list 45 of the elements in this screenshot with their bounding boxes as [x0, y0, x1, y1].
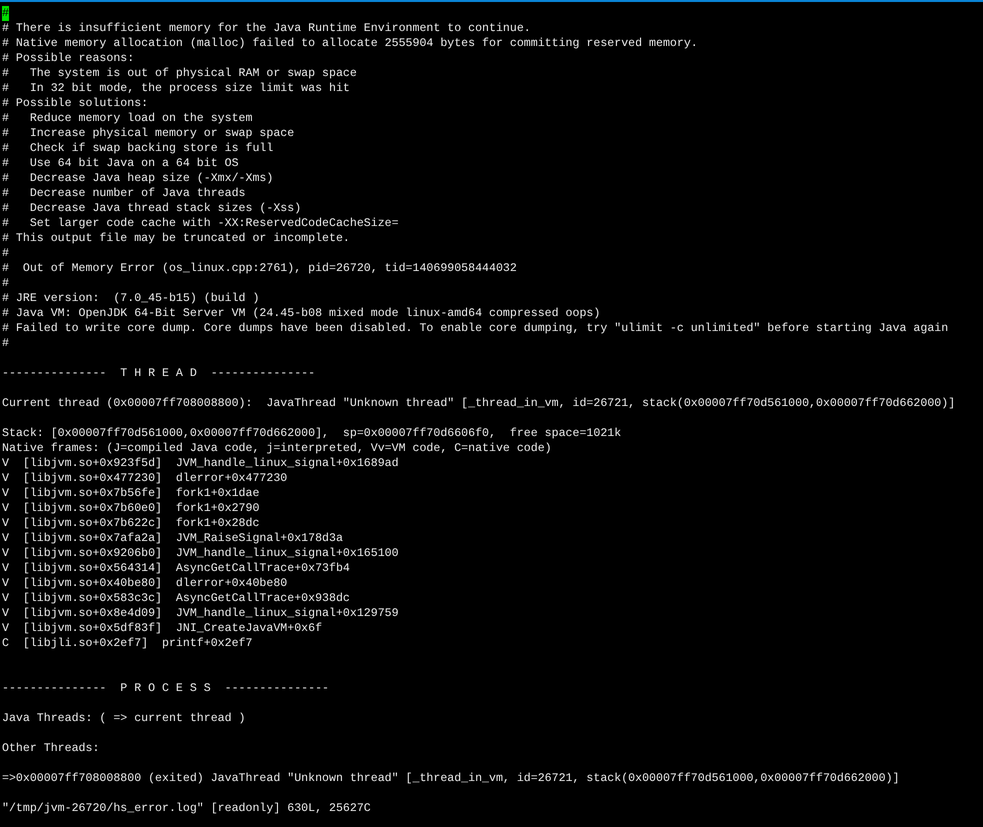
terminal-line: # [2, 336, 9, 351]
terminal-line: V [libjvm.so+0x40be80] dlerror+0x40be80 [2, 576, 288, 591]
terminal-line: # Decrease Java heap size (-Xmx/-Xms) [2, 171, 274, 186]
terminal-line: # Possible solutions: [2, 96, 148, 111]
terminal-line: # Native memory allocation (malloc) failed to allocate 2555904 bytes for committing reserved memory. [2, 36, 698, 51]
terminal-line: V [libjvm.so+0x8e4d09] JVM_handle_linux_signal+0x129759 [2, 606, 399, 621]
terminal-line: V [libjvm.so+0x7afa2a] JVM_RaiseSignal+0x178d3a [2, 531, 343, 546]
terminal-line: Other Threads: [2, 741, 100, 756]
terminal-line: # Use 64 bit Java on a 64 bit OS [2, 156, 239, 171]
terminal-line: "/tmp/jvm-26720/hs_error.log" [readonly] 630L, 25627C [2, 801, 371, 816]
terminal-line: V [libjvm.so+0x5df83f] JNI_CreateJavaVM+0x6f [2, 621, 322, 636]
terminal-line: # This output file may be truncated or incomplete. [2, 231, 350, 246]
terminal-line: # Check if swap backing store is full [2, 141, 274, 156]
terminal-line: --------------- P R O C E S S --------------- [2, 681, 329, 696]
terminal-line: Current thread (0x00007ff708008800): JavaThread "Unknown thread" [_thread_in_vm, id=26721, stack(0x00007ff70d561000,0x00007ff70d662000)] [2, 396, 956, 411]
terminal-line: C [libjli.so+0x2ef7] printf+0x2ef7 [2, 636, 252, 651]
terminal-line: # Increase physical memory or swap space [2, 126, 294, 141]
cursor: # [2, 6, 9, 21]
terminal-line: # Out of Memory Error (os_linux.cpp:2761), pid=26720, tid=140699058444032 [2, 261, 517, 276]
terminal-line: # The system is out of physical RAM or swap space [2, 66, 357, 81]
terminal-line: # [2, 276, 9, 291]
terminal-line: # There is insufficient memory for the Java Runtime Environment to continue. [2, 21, 531, 36]
terminal-line: Java Threads: ( => current thread ) [2, 711, 246, 726]
terminal-line: V [libjvm.so+0x9206b0] JVM_handle_linux_signal+0x165100 [2, 546, 399, 561]
terminal-line: # Java VM: OpenJDK 64-Bit Server VM (24.45-b08 mixed mode linux-amd64 compressed oops) [2, 306, 600, 321]
terminal-line: # In 32 bit mode, the process size limit was hit [2, 81, 350, 96]
terminal-line: =>0x00007ff708008800 (exited) JavaThread "Unknown thread" [_thread_in_vm, id=26721, stack(0x00007ff70d561000,0x00007ff70d662000)] [2, 771, 900, 786]
terminal-line: # Decrease number of Java threads [2, 186, 246, 201]
terminal-line: # [2, 246, 9, 261]
terminal-line: V [libjvm.so+0x7b56fe] fork1+0x1dae [2, 486, 260, 501]
terminal-line: # Reduce memory load on the system [2, 111, 252, 126]
terminal-line: Stack: [0x00007ff70d561000,0x00007ff70d662000], sp=0x00007ff70d6606f0, free space=1021k [2, 426, 622, 441]
terminal-line: V [libjvm.so+0x583c3c] AsyncGetCallTrace+0x938dc [2, 591, 350, 606]
terminal-line: V [libjvm.so+0x7b622c] fork1+0x28dc [2, 516, 260, 531]
terminal-line: # JRE version: (7.0_45-b15) (build ) [2, 291, 260, 306]
terminal-line: V [libjvm.so+0x923f5d] JVM_handle_linux_signal+0x1689ad [2, 456, 399, 471]
terminal-line: # Possible reasons: [2, 51, 134, 66]
terminal-line: V [libjvm.so+0x477230] dlerror+0x477230 [2, 471, 288, 486]
terminal-line: V [libjvm.so+0x7b60e0] fork1+0x2790 [2, 501, 260, 516]
terminal-line: # Decrease Java thread stack sizes (-Xss) [2, 201, 302, 216]
terminal-line: # Failed to write core dump. Core dumps have been disabled. To enable core dumping, try "ulimit -c unlimited" before starting Java again [2, 321, 948, 336]
terminal-line: # Set larger code cache with -XX:ReservedCodeCacheSize= [2, 216, 399, 231]
terminal-line: Native frames: (J=compiled Java code, j=interpreted, Vv=VM code, C=native code) [2, 441, 552, 456]
terminal-line: --------------- T H R E A D --------------- [2, 366, 316, 381]
terminal-line: V [libjvm.so+0x564314] AsyncGetCallTrace+0x73fb4 [2, 561, 350, 576]
